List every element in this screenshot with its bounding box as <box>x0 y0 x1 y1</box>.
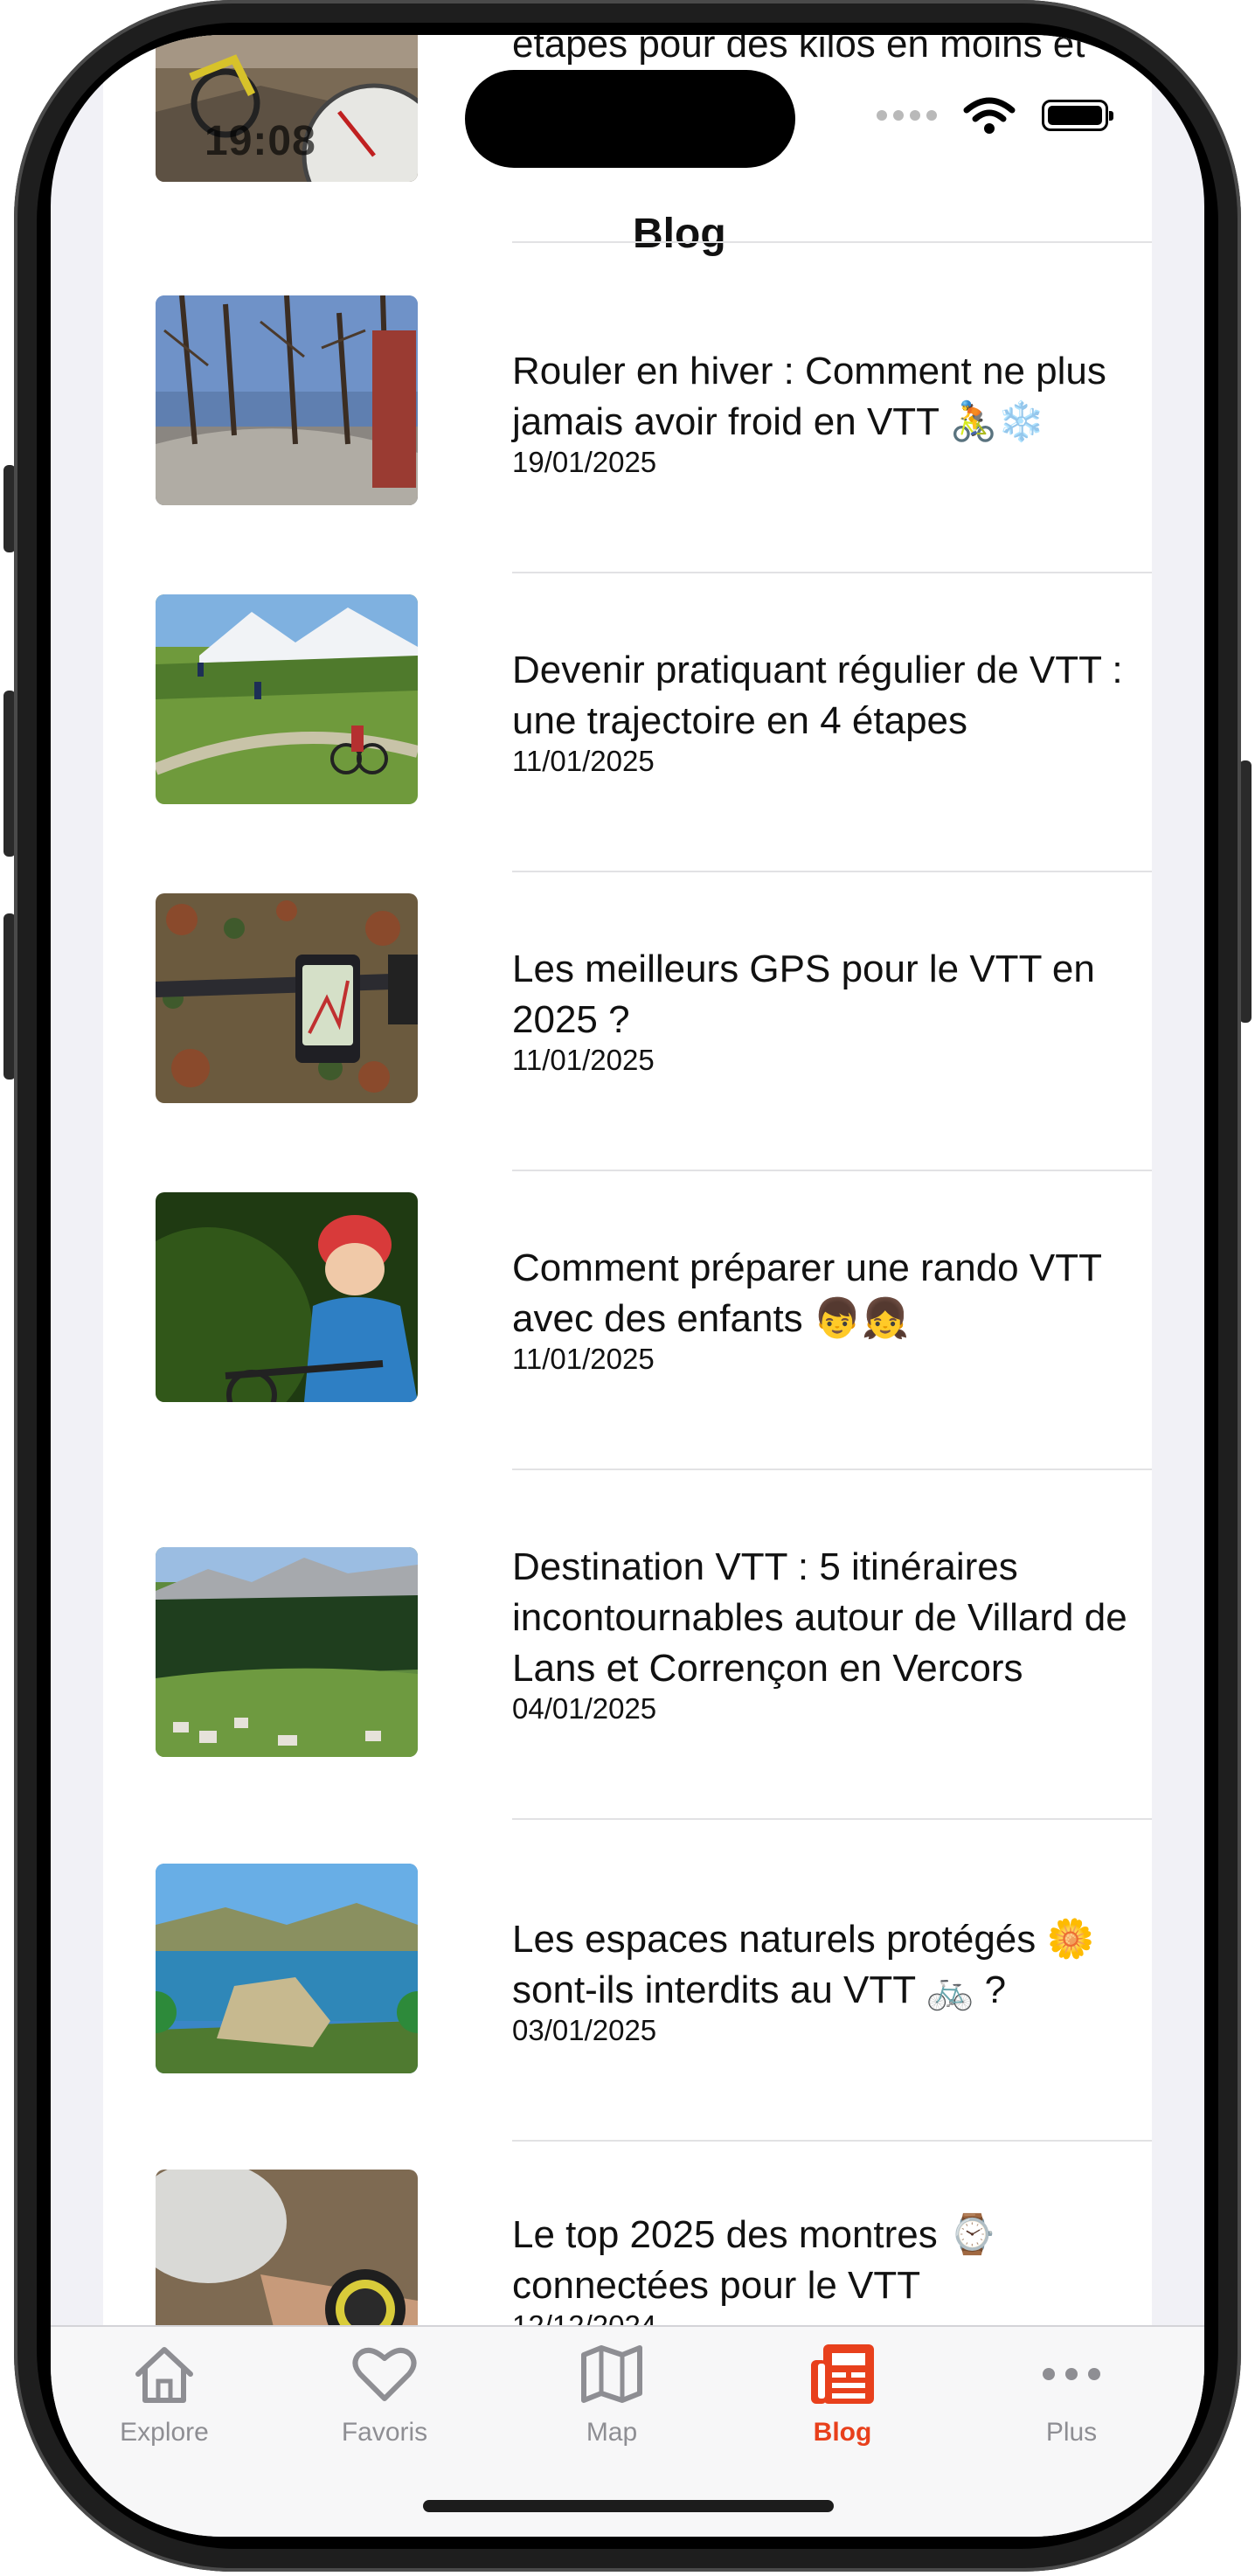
map-icon <box>581 2345 642 2403</box>
tab-label: Plus <box>1045 2418 1098 2447</box>
article-date: 11/01/2025 <box>512 745 655 777</box>
article-thumbnail <box>156 893 418 1103</box>
article-title: Le top 2025 des montres ⌚ connectées pou… <box>512 2213 996 2307</box>
article-title: Devenir pratiquant régulier de VTT : une… <box>512 649 1123 742</box>
article-date: 11/01/2025 <box>512 1343 655 1375</box>
status-indicators <box>877 96 1113 135</box>
article-thumbnail <box>156 1547 418 1757</box>
row-separator <box>512 1818 1152 1820</box>
article-date: 11/01/2025 <box>512 1044 655 1076</box>
list-item[interactable]: Les espaces naturels protégés 🌼 sont-ils… <box>103 1829 1152 2142</box>
row-separator <box>512 871 1152 872</box>
article-title: Les meilleurs GPS pour le VTT en 2025 ? <box>512 948 1095 1041</box>
tab-favoris[interactable]: Favoris <box>297 2339 472 2470</box>
tab-plus[interactable]: Plus <box>984 2339 1159 2470</box>
article-thumbnail <box>156 2170 418 2325</box>
article-title: étapes pour des kilos en moins et <box>512 35 1085 66</box>
tab-explore[interactable]: Explore <box>77 2339 252 2470</box>
list-item[interactable]: Destination VTT : 5 itinéraires incontou… <box>103 1491 1152 1823</box>
list-item[interactable]: Les meilleurs GPS pour le VTT en 2025 ? … <box>103 893 1152 1173</box>
heart-icon <box>352 2347 417 2401</box>
row-separator <box>512 572 1152 573</box>
ellipsis-icon <box>1043 2368 1100 2380</box>
list-item[interactable]: Le top 2025 des montres ⌚ connectées pou… <box>103 2142 1152 2325</box>
article-date: 03/01/2025 <box>512 2014 657 2046</box>
tab-blog[interactable]: Blog <box>755 2339 930 2470</box>
status-time: 19:08 <box>205 118 316 164</box>
article-title: Rouler en hiver : Comment ne plus jamais… <box>512 350 1106 443</box>
page-title: Blog <box>633 211 726 257</box>
tab-label: Blog <box>813 2418 872 2447</box>
power-button <box>1239 760 1252 1023</box>
wifi-icon <box>963 97 1016 134</box>
list-item[interactable]: Devenir pratiquant régulier de VTT : une… <box>103 594 1152 874</box>
article-thumbnail <box>156 1192 418 1402</box>
article-date: 19/01/2025 <box>512 446 657 478</box>
list-item[interactable]: Comment préparer une rando VTT avec des … <box>103 1192 1152 1472</box>
article-thumbnail <box>156 1864 418 2073</box>
newspaper-icon <box>811 2344 874 2404</box>
screen: étapes pour des kilos en moins et Blog R… <box>51 35 1204 2537</box>
signal-icon <box>877 110 937 121</box>
article-title: Comment préparer une rando VTT avec des … <box>512 1246 1102 1340</box>
blog-list[interactable]: étapes pour des kilos en moins et Blog R… <box>103 35 1152 2325</box>
row-separator <box>512 1170 1152 1171</box>
row-separator <box>512 1469 1152 1470</box>
article-date: 04/01/2025 <box>512 1692 657 1725</box>
dynamic-island <box>465 70 795 168</box>
house-icon <box>135 2347 193 2403</box>
article-title: Les espaces naturels protégés 🌼 sont-ils… <box>512 1918 1095 2011</box>
tab-map[interactable]: Map <box>524 2339 699 2470</box>
article-thumbnail <box>156 295 418 505</box>
tab-label: Favoris <box>341 2418 428 2447</box>
battery-icon <box>1042 100 1113 131</box>
article-thumbnail <box>156 594 418 804</box>
tab-label: Map <box>586 2418 638 2447</box>
nav-divider <box>512 241 1152 243</box>
list-item[interactable]: Rouler en hiver : Comment ne plus jamais… <box>103 295 1152 575</box>
tab-bar: Explore Favoris Map Blog Plus <box>51 2325 1204 2537</box>
article-date: 12/12/2024 <box>512 2309 656 2325</box>
tab-label: Explore <box>120 2418 209 2447</box>
article-title: Destination VTT : 5 itinéraires incontou… <box>512 1545 1127 1690</box>
home-indicator[interactable] <box>423 2500 834 2512</box>
